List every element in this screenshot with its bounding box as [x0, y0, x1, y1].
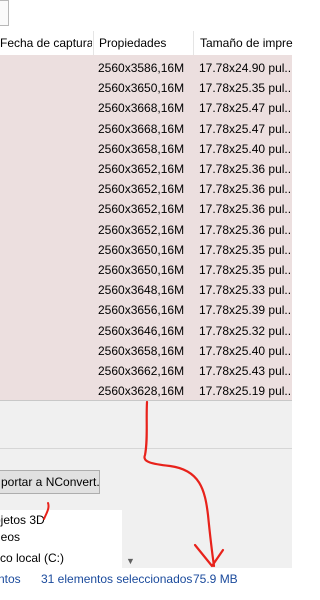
table-row[interactable]: 2560x3652,16M 17.78x25.36 pul...: [0, 199, 292, 219]
cell-properties: 2560x3652,16M: [98, 202, 185, 217]
table-row[interactable]: 2560x3646,16M 17.78x25.32 pul...: [0, 321, 292, 341]
table-row[interactable]: 2560x3652,16M 17.78x25.36 pul...: [0, 159, 292, 179]
table-row[interactable]: 2560x3650,16M 17.78x25.35 pul...: [0, 240, 292, 260]
cell-print-size: 17.78x25.43 pul...: [199, 364, 292, 378]
cell-print-size: 17.78x25.40 pul...: [199, 343, 292, 358]
column-header: Fecha de captura Propiedades Tamaño de i…: [0, 31, 293, 56]
cell-properties: 2560x3658,16M: [98, 343, 185, 358]
status-size: 75.9 MB: [193, 572, 238, 586]
cell-properties: 2560x3652,16M: [98, 222, 185, 237]
cell-properties: 2560x3650,16M: [98, 81, 185, 96]
cell-print-size: 17.78x25.35 pul...: [199, 81, 292, 96]
cell-properties: 2560x3650,16M: [98, 242, 185, 257]
table-row[interactable]: 2560x3650,16M 17.78x25.35 pul...: [0, 78, 292, 98]
cell-print-size: 17.78x25.47 pul...: [199, 121, 292, 136]
top-strip: [0, 0, 292, 30]
tree-item-local-disk[interactable]: sco local (C:): [0, 548, 64, 568]
cell-properties: 2560x3648,16M: [98, 283, 185, 298]
export-nconvert-button[interactable]: portar a NConvert...: [0, 470, 100, 494]
cell-properties: 2560x3646,16M: [98, 323, 185, 338]
status-selection: 31 elementos seleccionados: [41, 572, 193, 586]
cell-print-size: 17.78x25.40 pul...: [199, 141, 292, 156]
status-item-count: ntos: [0, 572, 21, 586]
tree-scrollbar[interactable]: ▼: [122, 510, 139, 568]
table-row[interactable]: 2560x3668,16M 17.78x25.47 pul...: [0, 98, 292, 118]
cell-properties: 2560x3628,16M: [98, 384, 185, 399]
table-row[interactable]: 2560x3652,16M 17.78x25.36 pul...: [0, 220, 292, 240]
table-row[interactable]: 2560x3662,16M 17.78x25.43 pul...: [0, 361, 292, 381]
cell-properties: 2560x3650,16M: [98, 263, 185, 277]
table-row[interactable]: 2560x3648,16M 17.78x25.33 pul...: [0, 280, 292, 300]
cell-print-size: 17.78x25.36 pul...: [199, 182, 292, 197]
cell-print-size: 17.78x25.33 pul...: [199, 283, 292, 298]
cell-print-size: 17.78x25.36 pul...: [199, 222, 292, 237]
cell-print-size: 17.78x25.32 pul...: [199, 323, 292, 338]
navigation-tree: bjetos 3D deos sco local (C:): [0, 510, 139, 568]
cell-print-size: 17.78x25.35 pul...: [199, 263, 292, 277]
table-row[interactable]: 2560x3652,16M 17.78x25.36 pul...: [0, 179, 292, 199]
cell-properties: 2560x3658,16M: [98, 141, 185, 156]
column-header-properties[interactable]: Propiedades: [93, 31, 193, 55]
cell-print-size: 17.78x25.47 pul...: [199, 101, 292, 116]
cell-print-size: 17.78x25.36 pul...: [199, 202, 292, 217]
table-row[interactable]: 2560x3668,16M 17.78x25.47 pul...: [0, 119, 292, 139]
cell-properties: 2560x3586,16M: [98, 61, 185, 75]
cell-properties: 2560x3668,16M: [98, 101, 185, 116]
table-row[interactable]: 2560x3658,16M 17.78x25.40 pul...: [0, 139, 292, 159]
panel-background: [139, 510, 292, 568]
cell-print-size: 17.78x25.36 pul...: [199, 162, 292, 176]
cell-print-size: 17.78x25.39 pul...: [199, 303, 292, 318]
table-row[interactable]: 2560x3650,16M 17.78x25.35 pul...: [0, 260, 292, 280]
column-header-print-size[interactable]: Tamaño de impre: [194, 31, 304, 55]
cell-print-size: 17.78x24.90 pul...: [199, 61, 292, 75]
table-row[interactable]: 2560x3628,16M 17.78x25.19 pul...: [0, 381, 292, 400]
cell-print-size: 17.78x25.19 pul...: [199, 384, 292, 399]
cell-properties: 2560x3668,16M: [98, 121, 185, 136]
toolbar-edge: [0, 0, 9, 26]
cell-print-size: 17.78x25.35 pul...: [199, 242, 292, 257]
table-row[interactable]: 2560x3658,16M 17.78x25.40 pul...: [0, 341, 292, 361]
cell-properties: 2560x3652,16M: [98, 182, 185, 197]
table-row[interactable]: 2560x3656,16M 17.78x25.39 pul...: [0, 300, 292, 320]
file-list[interactable]: 2560x3586,16M 17.78x24.90 pul... 2560x3650…: [0, 55, 292, 400]
cell-properties: 2560x3662,16M: [98, 364, 185, 378]
cell-properties: 2560x3656,16M: [98, 303, 185, 318]
scroll-down-icon[interactable]: ▼: [122, 556, 139, 566]
table-row[interactable]: 2560x3586,16M 17.78x24.90 pul...: [0, 58, 292, 78]
panel-divider: [0, 448, 292, 449]
cell-properties: 2560x3652,16M: [98, 162, 185, 176]
status-bar: ntos 31 elementos seleccionados 75.9 MB: [0, 568, 292, 590]
column-header-capture-date[interactable]: Fecha de captura: [0, 31, 92, 55]
tree-item-videos[interactable]: deos: [0, 527, 20, 547]
